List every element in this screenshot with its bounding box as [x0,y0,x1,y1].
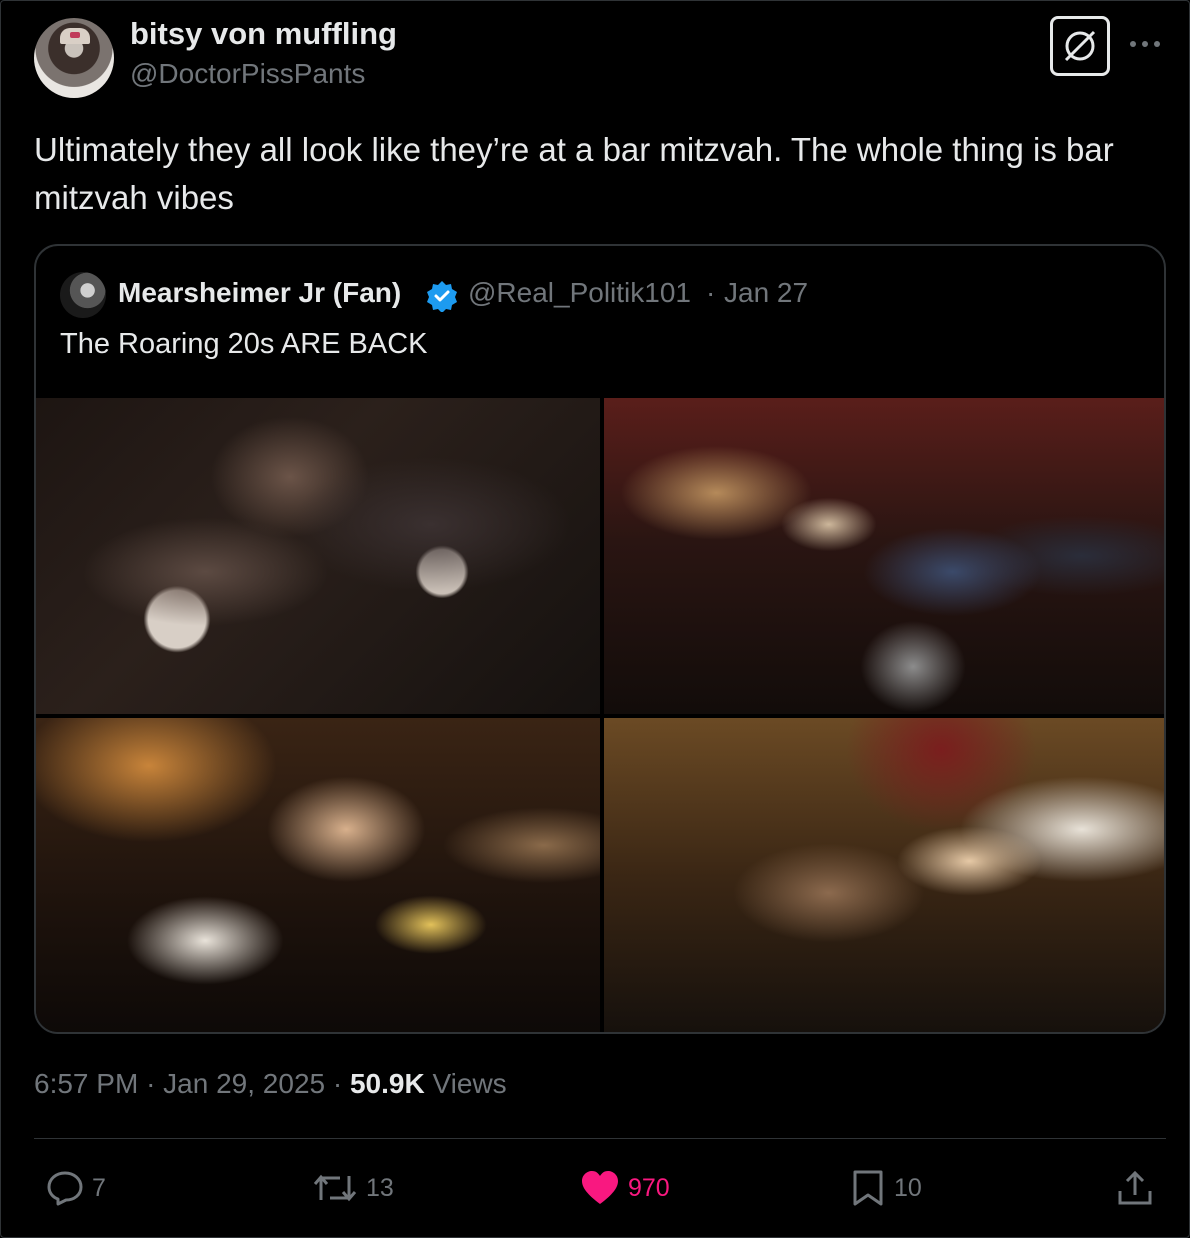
quoted-avatar[interactable] [60,272,106,318]
share-icon [1118,1170,1152,1205]
author-display-name[interactable]: bitsy von muffling [130,16,397,52]
reply-icon [47,1171,83,1206]
lounge-photo[interactable] [604,398,1164,714]
quoted-text: The Roaring 20s ARE BACK [60,328,428,360]
divider [34,1138,1166,1139]
verified-badge-icon [427,281,457,312]
like-button[interactable]: 970 [580,1170,670,1206]
tweet-date[interactable]: Jan 29, 2025 [163,1068,325,1099]
grok-icon [1064,30,1096,62]
views-label: Views [432,1068,507,1099]
heart-filled-icon [582,1171,618,1204]
tweet-time[interactable]: 6:57 PM [34,1068,138,1099]
meta-separator: · [146,1068,156,1099]
views-count: 50.9K [349,1068,425,1099]
reply-count: 7 [92,1173,106,1202]
quoted-handle[interactable]: @Real_Politik101 [468,277,691,309]
bookmark-button[interactable]: 10 [850,1170,922,1206]
selfie-photo[interactable] [36,718,600,1032]
like-count: 970 [628,1173,670,1202]
more-icon[interactable] [1128,30,1162,50]
cowboy-hats-photo[interactable] [604,718,1164,1032]
repost-count: 13 [366,1173,394,1202]
grok-button[interactable] [1050,16,1110,76]
avatar-hat [60,28,90,44]
party-crowd-photo[interactable] [36,398,600,714]
tweet-text: Ultimately they all look like they’re at… [34,131,1114,216]
bookmark-count: 10 [894,1173,922,1202]
quoted-date[interactable]: Jan 27 [724,277,808,309]
bookmark-icon [853,1170,883,1206]
repost-icon [313,1174,357,1202]
meta-separator: · [332,1068,343,1099]
author-handle[interactable]: @DoctorPissPants [130,58,365,90]
share-button[interactable] [1116,1170,1154,1206]
quoted-display-name[interactable]: Mearsheimer Jr (Fan) [118,277,401,309]
tweet-meta: 6:57 PM · Jan 29, 2025 · 50.9K Views [34,1068,507,1100]
quoted-tweet[interactable]: Mearsheimer Jr (Fan) @Real_Politik101 · … [34,244,1166,1034]
reply-button[interactable]: 7 [46,1170,106,1206]
author-avatar[interactable] [34,18,114,98]
repost-button[interactable]: 13 [312,1170,394,1206]
quoted-separator: · [706,277,716,308]
